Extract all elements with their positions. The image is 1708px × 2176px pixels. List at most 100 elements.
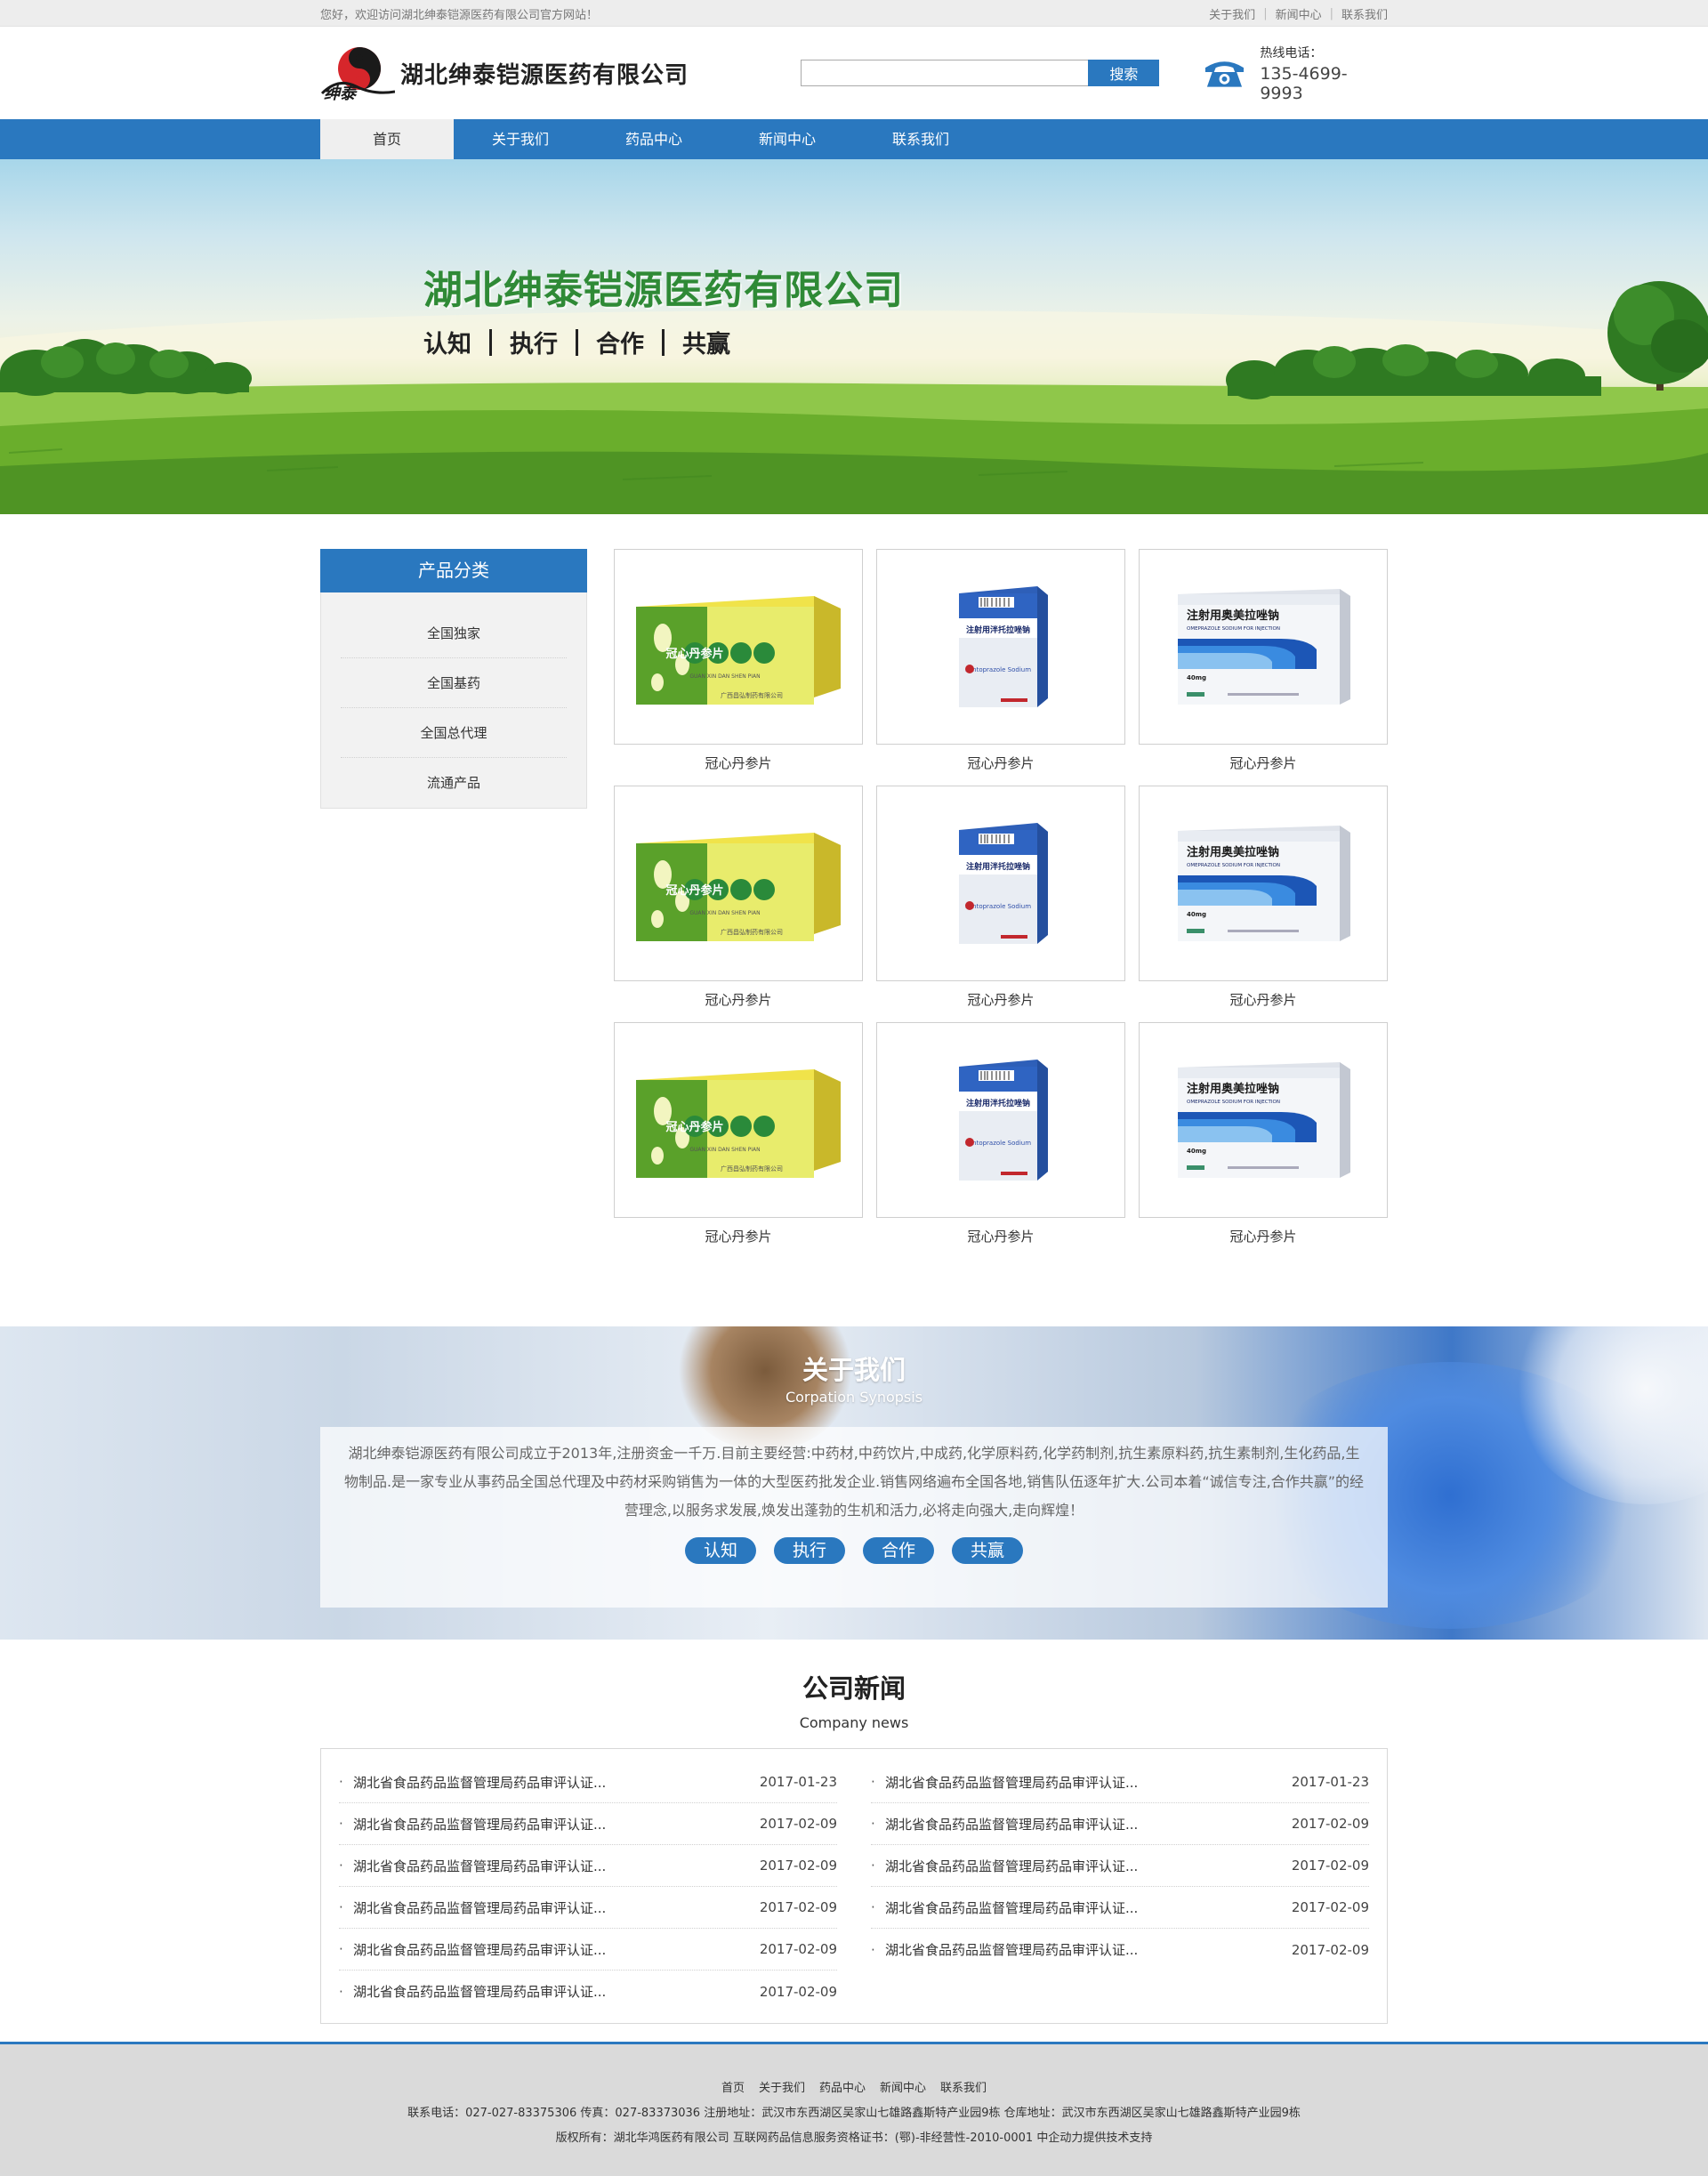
bullet-icon: · <box>871 1858 875 1874</box>
news-item-title[interactable]: 湖北省食品药品监督管理局药品审评认证... <box>353 1815 757 1833</box>
about-tag[interactable]: 认知 <box>685 1537 756 1564</box>
news-item[interactable]: · 湖北省食品药品监督管理局药品审评认证... 2017-01-23 <box>339 1761 837 1803</box>
nav-item-contact[interactable]: 联系我们 <box>854 119 987 159</box>
product-name[interactable]: 冠心丹参片 <box>876 1227 1125 1248</box>
nav-item-about[interactable]: 关于我们 <box>454 119 587 159</box>
footer-links: 首页 关于我们 药品中心 新闻中心 联系我们 <box>0 2078 1708 2095</box>
nav-item-home[interactable]: 首页 <box>320 119 454 159</box>
news-item-title[interactable]: 湖北省食品药品监督管理局药品审评认证... <box>353 1982 757 2001</box>
category-item[interactable]: 全国独家 <box>341 608 567 658</box>
product-card[interactable]: 注射用奥美拉唑钠 OMEPRAZOLE SODIUM FOR INJECTION… <box>1139 1022 1388 1248</box>
search-input[interactable] <box>801 60 1089 86</box>
category-list: 全国独家 全国基药 全国总代理 流通产品 <box>320 592 587 809</box>
box-title: 注射用奥美拉唑钠 <box>1187 1082 1279 1096</box>
top-link-contact[interactable]: 联系我们 <box>1341 5 1388 22</box>
product-image-frame[interactable]: 冠心丹参片 GUAN XIN DAN SHEN PIAN 广西昌弘制药有限公司 <box>614 1022 863 1218</box>
bullet-icon: · <box>339 1983 343 2000</box>
about-tag[interactable]: 共赢 <box>952 1537 1023 1564</box>
about-tag[interactable]: 合作 <box>863 1537 934 1564</box>
category-item[interactable]: 全国基药 <box>341 658 567 708</box>
product-card[interactable]: 冠心丹参片 GUAN XIN DAN SHEN PIAN 广西昌弘制药有限公司 … <box>614 549 863 775</box>
footer-link-products[interactable]: 药品中心 <box>819 2078 866 2095</box>
news-item-date: 2017-02-09 <box>759 1899 837 1915</box>
footer-link-about[interactable]: 关于我们 <box>759 2078 805 2095</box>
news-item[interactable]: · 湖北省食品药品监督管理局药品审评认证... 2017-01-23 <box>871 1761 1369 1803</box>
product-image-frame[interactable]: 注射用奥美拉唑钠 OMEPRAZOLE SODIUM FOR INJECTION… <box>1139 549 1388 745</box>
slogan-word: 合作 <box>596 331 644 359</box>
news-item[interactable]: · 湖北省食品药品监督管理局药品审评认证... 2017-02-09 <box>871 1803 1369 1845</box>
product-card[interactable]: 注射用奥美拉唑钠 OMEPRAZOLE SODIUM FOR INJECTION… <box>1139 549 1388 775</box>
footer: 首页 关于我们 药品中心 新闻中心 联系我们 联系电话：027-027-8337… <box>0 2042 1708 2176</box>
landscape-illustration <box>0 281 1708 514</box>
news-item[interactable]: · 湖北省食品药品监督管理局药品审评认证... 2017-02-09 <box>339 1845 837 1887</box>
about-panel: 湖北绅泰铠源医药有限公司成立于2013年,注册资金一千万.目前主要经营:中药材,… <box>320 1427 1388 1608</box>
news-item[interactable]: · 湖北省食品药品监督管理局药品审评认证... 2017-02-09 <box>339 1803 837 1845</box>
nav-item-products[interactable]: 药品中心 <box>587 119 721 159</box>
news-item-title[interactable]: 湖北省食品药品监督管理局药品审评认证... <box>885 1940 1289 1959</box>
product-image-white-box: 注射用奥美拉唑钠 OMEPRAZOLE SODIUM FOR INJECTION… <box>1174 1060 1352 1181</box>
product-name[interactable]: 冠心丹参片 <box>1139 1227 1388 1248</box>
footer-link-news[interactable]: 新闻中心 <box>880 2078 926 2095</box>
search-bar: 搜索 <box>801 60 1160 86</box>
footer-link-contact[interactable]: 联系我们 <box>940 2078 987 2095</box>
product-image-frame[interactable]: 注射用泮托拉唑钠 Pantoprazole Sodium <box>876 786 1125 981</box>
news-item[interactable]: · 湖北省食品药品监督管理局药品审评认证... 2017-02-09 <box>339 1970 837 2012</box>
product-card[interactable]: 注射用泮托拉唑钠 Pantoprazole Sodium 冠心丹参片 <box>876 1022 1125 1248</box>
product-name[interactable]: 冠心丹参片 <box>614 754 863 775</box>
product-image-frame[interactable]: 注射用奥美拉唑钠 OMEPRAZOLE SODIUM FOR INJECTION… <box>1139 1022 1388 1218</box>
divider: | <box>1329 6 1333 20</box>
footer-link-home[interactable]: 首页 <box>721 2078 745 2095</box>
product-image-frame[interactable]: 冠心丹参片 GUAN XIN DAN SHEN PIAN 广西昌弘制药有限公司 <box>614 549 863 745</box>
logo[interactable]: 绅泰 湖北绅泰铠源医药有限公司 <box>320 42 800 104</box>
bullet-icon: · <box>871 1941 875 1958</box>
news-item-title[interactable]: 湖北省食品药品监督管理局药品审评认证... <box>353 1898 757 1917</box>
product-name[interactable]: 冠心丹参片 <box>614 1227 863 1248</box>
product-name[interactable]: 冠心丹参片 <box>876 754 1125 775</box>
box-subtitle: Pantoprazole Sodium <box>965 666 1031 673</box>
product-image-frame[interactable]: 注射用奥美拉唑钠 OMEPRAZOLE SODIUM FOR INJECTION… <box>1139 786 1388 981</box>
product-card[interactable]: 冠心丹参片 GUAN XIN DAN SHEN PIAN 广西昌弘制药有限公司 … <box>614 1022 863 1248</box>
news-item[interactable]: · 湖北省食品药品监督管理局药品审评认证... 2017-02-09 <box>871 1845 1369 1887</box>
product-name[interactable]: 冠心丹参片 <box>1139 754 1388 775</box>
news-item-title[interactable]: 湖北省食品药品监督管理局药品审评认证... <box>353 1940 757 1959</box>
product-name[interactable]: 冠心丹参片 <box>876 990 1125 1011</box>
news-item-date: 2017-02-09 <box>1291 1816 1369 1832</box>
category-item[interactable]: 全国总代理 <box>341 708 567 758</box>
about-tag[interactable]: 执行 <box>774 1537 845 1564</box>
box-subtitle: OMEPRAZOLE SODIUM FOR INJECTION <box>1187 626 1280 632</box>
news-item-title[interactable]: 湖北省食品药品监督管理局药品审评认证... <box>885 1815 1289 1833</box>
news-item-title[interactable]: 湖北省食品药品监督管理局药品审评认证... <box>885 1773 1289 1792</box>
product-card[interactable]: 冠心丹参片 GUAN XIN DAN SHEN PIAN 广西昌弘制药有限公司 … <box>614 786 863 1011</box>
news-item[interactable]: · 湖北省食品药品监督管理局药品审评认证... 2017-02-09 <box>339 1887 837 1929</box>
product-image-frame[interactable]: 冠心丹参片 GUAN XIN DAN SHEN PIAN 广西昌弘制药有限公司 <box>614 786 863 981</box>
news-item[interactable]: · 湖北省食品药品监督管理局药品审评认证... 2017-02-09 <box>871 1929 1369 1970</box>
box-title: 注射用泮托拉唑钠 <box>966 625 1030 635</box>
divider <box>662 328 665 356</box>
box-subtitle: Pantoprazole Sodium <box>965 1140 1031 1147</box>
category-item[interactable]: 流通产品 <box>341 758 567 808</box>
box-maker: 广西昌弘制药有限公司 <box>721 928 783 936</box>
news-item[interactable]: · 湖北省食品药品监督管理局药品审评认证... 2017-02-09 <box>339 1929 837 1970</box>
slogan-word: 执行 <box>510 331 558 359</box>
product-card[interactable]: 注射用泮托拉唑钠 Pantoprazole Sodium 冠心丹参片 <box>876 549 1125 775</box>
product-image-green-box: 冠心丹参片 GUAN XIN DAN SHEN PIAN 广西昌弘制药有限公司 <box>636 589 841 705</box>
top-link-news[interactable]: 新闻中心 <box>1276 5 1322 22</box>
product-card[interactable]: 注射用泮托拉唑钠 Pantoprazole Sodium 冠心丹参片 <box>876 786 1125 1011</box>
banner-title: 湖北绅泰铠源医药有限公司 <box>423 268 904 313</box>
nav-item-news[interactable]: 新闻中心 <box>721 119 854 159</box>
search-button[interactable]: 搜索 <box>1088 60 1160 86</box>
news-item-title[interactable]: 湖北省食品药品监督管理局药品审评认证... <box>885 1857 1289 1875</box>
product-image-blue-box: 注射用泮托拉唑钠 Pantoprazole Sodium <box>952 819 1050 948</box>
news-item-title[interactable]: 湖北省食品药品监督管理局药品审评认证... <box>885 1898 1289 1917</box>
product-image-frame[interactable]: 注射用泮托拉唑钠 Pantoprazole Sodium <box>876 1022 1125 1218</box>
news-item[interactable]: · 湖北省食品药品监督管理局药品审评认证... 2017-02-09 <box>871 1887 1369 1929</box>
product-card[interactable]: 注射用奥美拉唑钠 OMEPRAZOLE SODIUM FOR INJECTION… <box>1139 786 1388 1011</box>
news-item-title[interactable]: 湖北省食品药品监督管理局药品审评认证... <box>353 1773 757 1792</box>
top-link-about[interactable]: 关于我们 <box>1209 5 1255 22</box>
product-image-frame[interactable]: 注射用泮托拉唑钠 Pantoprazole Sodium <box>876 549 1125 745</box>
box-title: 冠心丹参片 <box>665 1120 723 1134</box>
product-name[interactable]: 冠心丹参片 <box>1139 990 1388 1011</box>
news-item-title[interactable]: 湖北省食品药品监督管理局药品审评认证... <box>353 1857 757 1875</box>
product-name[interactable]: 冠心丹参片 <box>614 990 863 1011</box>
box-dose: 40mg <box>1187 1148 1206 1155</box>
